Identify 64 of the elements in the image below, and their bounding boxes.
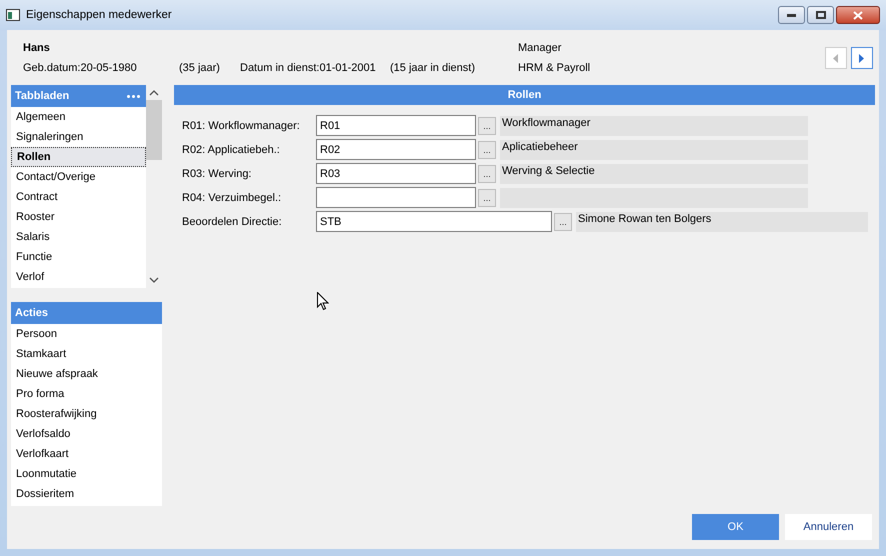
tab-item[interactable]: Signaleringen xyxy=(11,127,146,147)
tab-item[interactable]: Verlof xyxy=(11,267,146,287)
employee-name: Hans xyxy=(23,42,51,54)
input-field[interactable]: R02 xyxy=(316,139,476,160)
action-item[interactable]: Stamkaart xyxy=(11,344,162,364)
window-icon xyxy=(6,9,20,21)
section-title: Rollen xyxy=(174,85,875,105)
maximize-button[interactable] xyxy=(807,6,834,24)
department-text: HRM & Payroll xyxy=(518,62,592,74)
action-item[interactable]: Roosterafwijking xyxy=(11,404,162,424)
field-label: Beoordelen Directie: xyxy=(182,216,283,228)
tab-item[interactable]: Functie xyxy=(11,247,146,267)
tab-item[interactable]: Salaris xyxy=(11,227,146,247)
action-item[interactable]: Dossieritem xyxy=(11,484,162,504)
window-title: Eigenschappen medewerker xyxy=(26,9,172,21)
action-item[interactable]: Verlofsaldo xyxy=(11,424,162,444)
service-years: (15 jaar in dienst) xyxy=(390,62,476,74)
tab-item[interactable]: Algemeen xyxy=(11,107,146,127)
lookup-button[interactable]: ... xyxy=(478,164,496,182)
input-field[interactable] xyxy=(316,187,476,208)
action-item[interactable]: Pro forma xyxy=(11,384,162,404)
action-item[interactable]: Persoon xyxy=(11,324,162,344)
tab-item[interactable]: Contact/Overige xyxy=(11,167,146,187)
close-icon xyxy=(853,10,863,20)
minimize-button[interactable] xyxy=(778,6,805,24)
scroll-down-icon[interactable] xyxy=(149,277,159,284)
scroll-up-icon[interactable] xyxy=(149,89,159,96)
right-arrow-icon xyxy=(859,54,865,62)
action-item[interactable]: Loonmutatie xyxy=(11,464,162,484)
close-button[interactable] xyxy=(836,6,880,24)
action-item[interactable]: Verlofkaart xyxy=(11,444,162,464)
field-label: R01: Workflowmanager: xyxy=(182,120,301,132)
birth-date: Geb.datum:20-05-1980 xyxy=(23,62,138,74)
description-text: Aplicatiebeheer xyxy=(502,140,578,152)
age-text: (35 jaar) xyxy=(179,62,221,74)
more-icon[interactable] xyxy=(127,94,142,98)
field-label: R03: Werving: xyxy=(182,168,252,180)
ok-button[interactable]: OK xyxy=(692,514,779,540)
input-field[interactable]: STB xyxy=(316,211,552,232)
tab-item[interactable]: Rollen xyxy=(11,147,146,167)
lookup-button[interactable]: ... xyxy=(554,212,572,230)
description-text: Workflowmanager xyxy=(502,116,590,128)
minimize-icon xyxy=(787,14,796,16)
field-label: R02: Applicatiebeh.: xyxy=(182,144,281,156)
input-field[interactable]: R03 xyxy=(316,163,476,184)
service-date: Datum in dienst:01-01-2001 xyxy=(240,62,377,74)
lookup-button[interactable]: ... xyxy=(478,140,496,158)
lookup-button[interactable]: ... xyxy=(478,188,496,206)
tab-item[interactable]: Rooster xyxy=(11,207,146,227)
action-item[interactable]: Nieuwe afspraak xyxy=(11,364,162,384)
cancel-button[interactable]: Annuleren xyxy=(785,514,872,540)
lookup-button[interactable]: ... xyxy=(478,116,496,134)
description-text: Simone Rowan ten Bolgers xyxy=(578,212,712,224)
left-arrow-icon xyxy=(833,54,839,62)
tab-item[interactable]: Contract xyxy=(11,187,146,207)
next-button[interactable] xyxy=(851,47,873,69)
header-title: Acties xyxy=(15,307,48,319)
header-title: Tabbladen xyxy=(15,90,70,102)
maximize-icon xyxy=(816,11,826,19)
pointer-icon xyxy=(317,292,329,311)
field-label: R04: Verzuimbegel.: xyxy=(182,192,282,204)
description-text: Werving & Selectie xyxy=(502,164,595,176)
employee-function: Manager xyxy=(518,42,562,54)
input-field[interactable]: R01 xyxy=(316,115,476,136)
